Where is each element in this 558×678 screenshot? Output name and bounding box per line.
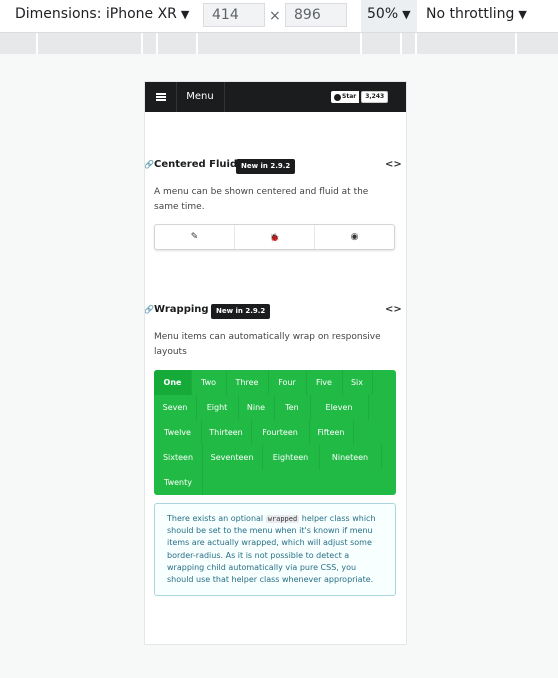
height-input[interactable]: 896: [285, 3, 347, 27]
section-title-centered: Centered Fluid: [154, 159, 238, 170]
device-viewport: Menu Star 3,243 🔗 Centered Fluid New in …: [145, 82, 406, 644]
menu-item-nineteen[interactable]: Nineteen: [319, 445, 381, 470]
star-count[interactable]: 3,243: [361, 91, 389, 103]
github-star-button[interactable]: Star: [331, 91, 360, 103]
hamburger-icon[interactable]: [145, 82, 177, 112]
star-label: Star: [342, 93, 357, 100]
menu-item-ten[interactable]: Ten: [274, 395, 310, 420]
menu-item-thirteen[interactable]: Thirteen: [201, 420, 251, 445]
menu-divider: [372, 370, 373, 395]
menu-item-github[interactable]: ◉: [315, 225, 394, 249]
github-icon: [334, 93, 341, 101]
wrapping-menu: One Two Three Four Five Six Seven Eight Nine Ten E…: [154, 370, 396, 495]
width-input[interactable]: 414: [203, 3, 265, 27]
menu-divider: [202, 470, 203, 495]
link-icon[interactable]: 🔗: [145, 160, 154, 169]
centered-fluid-menu: ✎ 🐞 ◉: [154, 224, 395, 250]
menu-item-five[interactable]: Five: [306, 370, 342, 395]
menu-divider: [368, 395, 369, 420]
wrapped-class-code: wrapped: [265, 515, 300, 523]
throttle-select[interactable]: No throttling ▼: [426, 6, 527, 22]
ruler-tick: [415, 33, 417, 54]
zoom-select[interactable]: 50% ▼: [361, 0, 417, 32]
section-description: Menu items can automatically wrap on res…: [154, 332, 381, 357]
menu-item-sixteen[interactable]: Sixteen: [154, 445, 202, 470]
menu-divider: [381, 445, 382, 470]
zoom-label: 50%: [367, 6, 399, 22]
info-text-before: There exists an optional: [167, 514, 266, 523]
new-badge: New in 2.9.2: [211, 304, 271, 319]
menu-item-eight[interactable]: Eight: [196, 395, 238, 420]
ruler-tick: [360, 33, 362, 54]
info-message: There exists an optional wrapped helper …: [154, 503, 396, 596]
menu-item-seventeen[interactable]: Seventeen: [202, 445, 262, 470]
code-icon[interactable]: <>: [385, 159, 402, 170]
github-icon: ◉: [350, 232, 359, 242]
menu-item-eleven[interactable]: Eleven: [310, 395, 368, 420]
ruler-tick: [141, 33, 143, 54]
code-icon[interactable]: <>: [385, 304, 402, 315]
media-query-ruler[interactable]: [0, 33, 558, 54]
menu-item-six[interactable]: Six: [342, 370, 372, 395]
chevron-down-icon: ▼: [402, 8, 411, 21]
menu-item-fourteen[interactable]: Fourteen: [251, 420, 309, 445]
ruler-tick: [196, 33, 198, 54]
chevron-down-icon: ▼: [518, 8, 527, 21]
section-title-wrapping: Wrapping: [154, 304, 209, 315]
section-description: A menu can be shown centered and fluid a…: [154, 187, 369, 212]
nav-menu-link[interactable]: Menu: [176, 82, 225, 112]
menu-item-three[interactable]: Three: [226, 370, 268, 395]
menu-item-edit[interactable]: ✎: [155, 225, 235, 249]
top-navbar: Menu Star 3,243: [145, 82, 406, 112]
menu-item-eighteen[interactable]: Eighteen: [262, 445, 319, 470]
device-label: Dimensions: iPhone XR: [15, 6, 177, 22]
menu-item-four[interactable]: Four: [268, 370, 306, 395]
bug-icon: 🐞: [269, 232, 280, 242]
menu-item-twelve[interactable]: Twelve: [154, 420, 201, 445]
menu-item-fifteen[interactable]: Fifteen: [309, 420, 353, 445]
menu-item-one[interactable]: One: [154, 370, 191, 395]
ruler-tick: [156, 33, 158, 54]
menu-item-two[interactable]: Two: [191, 370, 226, 395]
ruler-tick: [515, 33, 517, 54]
menu-divider: [353, 420, 354, 445]
edit-icon: ✎: [190, 232, 199, 242]
github-star-widget[interactable]: Star 3,243: [331, 91, 389, 103]
new-badge: New in 2.9.2: [236, 159, 296, 174]
menu-item-twenty[interactable]: Twenty: [154, 470, 202, 495]
info-text-after: helper class which should be set to the …: [167, 514, 376, 585]
ruler-tick: [400, 33, 402, 54]
throttle-label: No throttling: [426, 6, 515, 22]
menu-item-bug[interactable]: 🐞: [235, 225, 315, 249]
device-select[interactable]: Dimensions: iPhone XR ▼: [15, 6, 189, 22]
dimension-separator: ×: [269, 8, 281, 24]
chevron-down-icon: ▼: [180, 8, 190, 21]
devtools-toolbar: Dimensions: iPhone XR ▼ 414 × 896 50% ▼ No…: [0, 0, 558, 33]
menu-item-nine[interactable]: Nine: [238, 395, 274, 420]
menu-item-seven[interactable]: Seven: [154, 395, 196, 420]
ruler-tick: [36, 33, 38, 54]
link-icon[interactable]: 🔗: [145, 305, 154, 314]
